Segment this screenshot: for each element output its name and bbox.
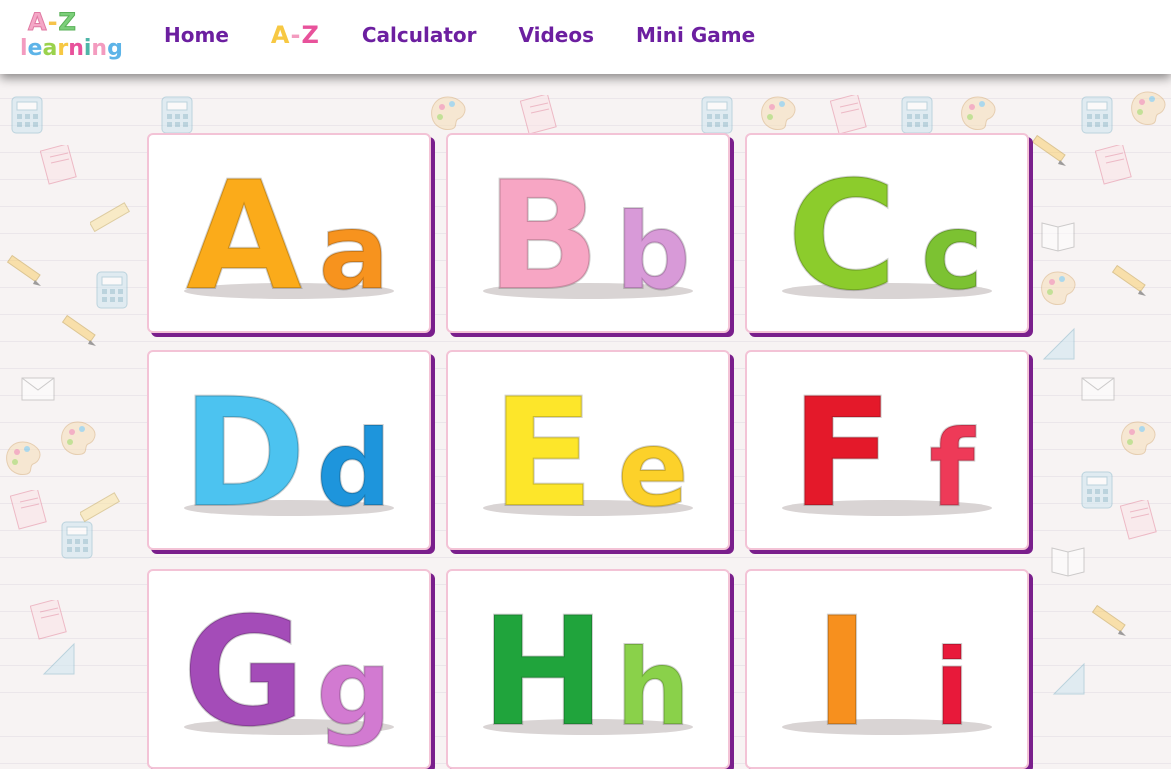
pencil-icon — [1110, 260, 1150, 304]
calculator-icon — [1080, 470, 1120, 514]
logo-word-char: a — [42, 36, 58, 61]
triangle-icon — [1040, 325, 1080, 369]
letter-card-c[interactable]: Cc — [745, 133, 1029, 333]
letter-card-h[interactable]: Hh — [446, 569, 730, 769]
letter-art: Cc — [782, 149, 992, 325]
palette-icon — [1130, 90, 1170, 134]
notebook-icon — [9, 488, 50, 534]
logo-word-text: learning — [20, 36, 123, 61]
book-icon — [1050, 540, 1090, 584]
logo-word-char: r — [57, 36, 69, 61]
palette-icon — [1040, 270, 1080, 314]
letter-card-e[interactable]: Ee — [446, 350, 730, 550]
nav-videos[interactable]: Videos — [518, 23, 594, 47]
letter-card-f[interactable]: Ff — [745, 350, 1029, 550]
lowercase-letter: d — [316, 408, 391, 530]
letter-art: Bb — [483, 149, 693, 325]
letter-card-b[interactable]: Bb — [446, 133, 730, 333]
letter-art: Gg — [181, 585, 394, 761]
nav-az-a: A — [270, 21, 291, 49]
letter-card-g[interactable]: Gg — [147, 569, 431, 769]
lowercase-letter: a — [319, 191, 390, 313]
pencil-icon — [1030, 130, 1070, 174]
calculator-icon — [1080, 95, 1120, 139]
ruler-icon — [88, 200, 131, 244]
nav-calculator[interactable]: Calculator — [362, 23, 477, 47]
uppercase-letter: H — [480, 586, 606, 760]
nav-home[interactable]: Home — [164, 23, 229, 47]
uppercase-letter: C — [787, 150, 897, 324]
logo-word-char: l — [20, 36, 28, 61]
letter-art: Ee — [483, 366, 693, 542]
top-navbar: A-Z learning Home A-Z Calculator Videos … — [0, 0, 1171, 74]
lowercase-letter: e — [617, 408, 688, 530]
notebook-icon — [39, 143, 80, 189]
calculator-icon — [10, 95, 50, 139]
logo-word-char: n — [91, 36, 108, 61]
nav-az-z: Z — [301, 21, 320, 49]
main-nav: Home A-Z Calculator Videos Mini Game — [164, 0, 797, 70]
uppercase-letter: B — [486, 150, 600, 324]
letter-art: Hh — [479, 585, 693, 761]
nav-a-z[interactable]: A-Z — [271, 21, 320, 49]
palette-icon — [60, 420, 100, 464]
pencil-icon — [1090, 600, 1130, 644]
letter-art: Dd — [181, 366, 394, 542]
pencil-icon — [5, 250, 45, 294]
uppercase-letter: I — [814, 586, 870, 760]
letter-card-a[interactable]: Aa — [147, 133, 431, 333]
uppercase-letter: A — [186, 150, 302, 324]
lowercase-letter: f — [929, 408, 976, 530]
notebook-icon — [29, 598, 70, 644]
uppercase-letter: E — [492, 367, 594, 541]
palette-icon — [5, 440, 45, 484]
site-logo[interactable]: A-Z learning — [20, 8, 123, 66]
pencil-icon — [60, 310, 100, 354]
book-icon — [1040, 215, 1080, 259]
ruler-icon — [78, 490, 121, 534]
letter-art: Aa — [184, 149, 394, 325]
calculator-icon — [95, 270, 135, 314]
uppercase-letter: F — [791, 367, 893, 541]
nav-az-dash: - — [290, 21, 302, 49]
palette-icon — [1120, 420, 1160, 464]
triangle-icon — [40, 640, 80, 684]
uppercase-letter: G — [182, 586, 305, 760]
letter-card-i[interactable]: Ii — [745, 569, 1029, 769]
envelope-icon — [1080, 370, 1120, 414]
lowercase-letter: h — [616, 627, 691, 749]
uppercase-letter: D — [182, 367, 307, 541]
logo-letter-a: A — [28, 8, 48, 37]
envelope-icon — [20, 370, 60, 414]
lowercase-letter: c — [921, 191, 983, 313]
triangle-icon — [1050, 660, 1090, 704]
lowercase-letter: g — [316, 627, 391, 749]
logo-word: learning — [20, 36, 123, 61]
letter-art: Ff — [782, 366, 992, 542]
letter-card-d[interactable]: Dd — [147, 350, 431, 550]
logo-word-char: e — [27, 36, 43, 61]
logo-word-char: g — [107, 36, 123, 61]
logo-letter-z: Z — [58, 8, 77, 37]
logo-word-char: n — [68, 36, 84, 61]
letter-art: Ii — [782, 585, 992, 761]
notebook-icon — [1094, 143, 1135, 189]
notebook-icon — [1119, 498, 1160, 544]
lowercase-letter: b — [615, 191, 690, 313]
lowercase-letter: i — [934, 627, 970, 749]
logo-dash: - — [47, 8, 59, 36]
nav-mini-game[interactable]: Mini Game — [636, 23, 755, 47]
